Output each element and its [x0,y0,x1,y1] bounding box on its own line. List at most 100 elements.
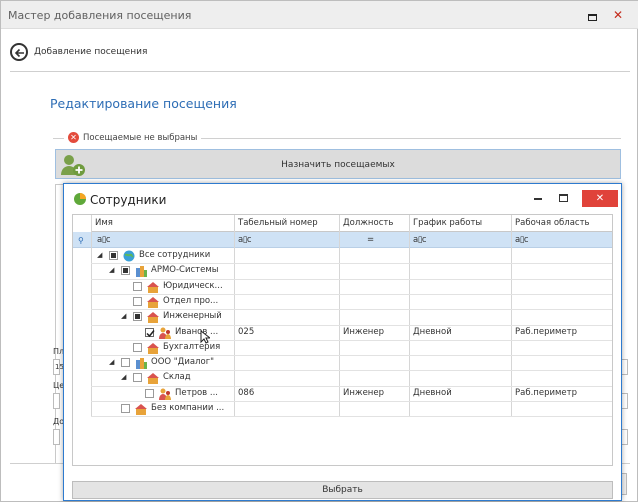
number-cell[interactable] [238,263,337,278]
employee-name-cell[interactable]: Петров ... [175,386,232,401]
globe-icon [123,250,135,262]
row-checkbox[interactable] [109,251,118,260]
schedule-cell[interactable] [413,340,509,355]
position-cell[interactable]: Инженер [343,386,407,401]
close-button[interactable]: ✕ [609,8,627,22]
schedule-cell[interactable] [413,370,509,385]
row-checkbox[interactable] [133,312,142,322]
position-cell[interactable] [343,355,407,370]
select-button[interactable]: Выбрать [72,481,613,499]
row-checkbox[interactable] [133,342,142,352]
position-cell[interactable] [343,309,407,324]
position-cell[interactable] [343,294,407,309]
filter-operator-icon[interactable]: a▯c [97,233,110,248]
row-checkbox[interactable] [145,388,154,398]
number-cell[interactable] [238,370,337,385]
field-input[interactable] [53,429,60,445]
pin-icon[interactable]: ⚲ [78,233,84,248]
back-button[interactable] [10,43,28,61]
column-header[interactable]: Табельный номер [234,215,339,232]
position-cell[interactable] [343,401,407,416]
number-cell[interactable] [238,279,337,294]
number-cell[interactable]: 086 [238,386,337,401]
area-cell[interactable] [515,309,612,324]
filter-operator-icon[interactable]: a▯c [515,233,528,248]
filter-operator-icon[interactable]: a▯c [413,233,426,248]
employee-name-cell[interactable]: Бухгалтерия [163,340,232,355]
schedule-cell[interactable] [413,248,509,263]
row-checkbox[interactable] [133,281,142,291]
schedule-cell[interactable] [413,279,509,294]
area-cell[interactable] [515,263,612,278]
row-checkbox[interactable] [121,404,130,413]
position-cell[interactable] [343,279,407,294]
area-cell[interactable] [515,279,612,294]
area-cell[interactable] [515,248,612,263]
field-input[interactable] [621,429,628,445]
warning-header: ✕ Посещаемые не выбраны [64,132,202,143]
field-input[interactable] [53,393,60,409]
dialog-maximize-button[interactable] [559,194,568,202]
schedule-cell[interactable]: Дневной [413,386,509,401]
department-icon [147,281,159,293]
column-header[interactable]: Рабочая область [511,215,612,232]
number-cell[interactable] [238,248,337,263]
dialog-title: Сотрудники [90,193,167,207]
number-cell[interactable] [238,340,337,355]
number-cell[interactable] [238,401,337,416]
area-cell[interactable] [515,355,612,370]
row-checkbox[interactable] [121,266,130,276]
area-cell[interactable] [515,294,612,309]
schedule-cell[interactable] [413,294,509,309]
position-cell[interactable] [343,340,407,355]
section-title: Редактирование посещения [50,96,237,111]
employee-name-cell[interactable]: ООО "Диалог" [151,355,232,370]
maximize-button[interactable] [585,9,599,23]
employee-name-cell[interactable]: Инженерный [163,309,232,324]
schedule-cell[interactable] [413,355,509,370]
area-cell[interactable] [515,340,612,355]
schedule-cell[interactable] [413,401,509,416]
expand-toggle[interactable]: ◢ [121,373,126,381]
schedule-cell[interactable]: Дневной [413,325,509,340]
position-cell[interactable] [343,263,407,278]
employee-name-cell[interactable]: Без компании ... [151,401,232,416]
assign-visitees-button[interactable]: Назначить посещаемых [55,149,621,179]
schedule-cell[interactable] [413,263,509,278]
filter-operator-icon[interactable]: = [367,233,374,248]
employee-name-cell[interactable]: Отдел про... [163,294,232,309]
employee-name-cell[interactable]: АРМО-Системы [151,263,232,278]
number-cell[interactable] [238,294,337,309]
row-checkbox[interactable] [145,327,155,337]
number-cell[interactable] [238,309,337,324]
area-cell[interactable]: Раб.периметр [515,325,612,340]
row-checkbox[interactable] [133,373,142,383]
number-cell[interactable] [238,355,337,370]
column-header[interactable]: График работы [409,215,511,232]
employee-name-cell[interactable]: Склад [163,370,232,385]
employee-name-cell[interactable]: Юридическ... [163,279,232,294]
expand-toggle[interactable]: ◢ [109,358,114,366]
expand-toggle[interactable]: ◢ [97,251,102,259]
schedule-cell[interactable] [413,309,509,324]
column-header[interactable]: Должность [339,215,409,232]
area-cell[interactable] [515,370,612,385]
field-input[interactable] [621,359,628,375]
number-cell[interactable]: 025 [238,325,337,340]
position-cell[interactable] [343,248,407,263]
filter-operator-icon[interactable]: a▯c [238,233,251,248]
expand-toggle[interactable]: ◢ [109,266,114,274]
field-input[interactable] [621,393,628,409]
employee-name-cell[interactable]: Все сотрудники [139,248,232,263]
row-checkbox[interactable] [133,296,142,306]
expand-toggle[interactable]: ◢ [121,312,126,320]
dialog-close-button[interactable]: ✕ [582,190,618,207]
position-cell[interactable]: Инженер [343,325,407,340]
dialog-minimize-button[interactable] [534,198,542,200]
column-header[interactable]: Имя [91,215,234,232]
area-cell[interactable] [515,401,612,416]
department-icon [147,372,159,385]
area-cell[interactable]: Раб.периметр [515,386,612,401]
position-cell[interactable] [343,370,407,385]
row-checkbox[interactable] [121,358,130,368]
